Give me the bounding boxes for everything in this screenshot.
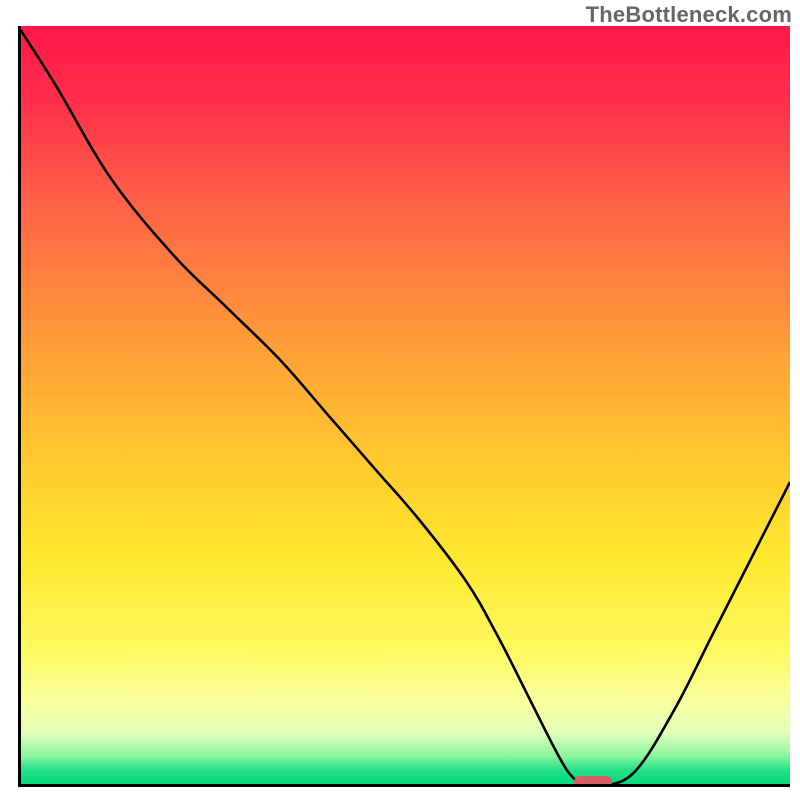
y-axis: [18, 26, 21, 786]
x-axis: [18, 784, 790, 787]
chart-container: TheBottleneck.com: [0, 0, 800, 800]
watermark-text: TheBottleneck.com: [586, 2, 792, 28]
bottleneck-curve: [18, 26, 790, 786]
curve-path: [18, 26, 790, 786]
plot-area: [18, 26, 790, 786]
